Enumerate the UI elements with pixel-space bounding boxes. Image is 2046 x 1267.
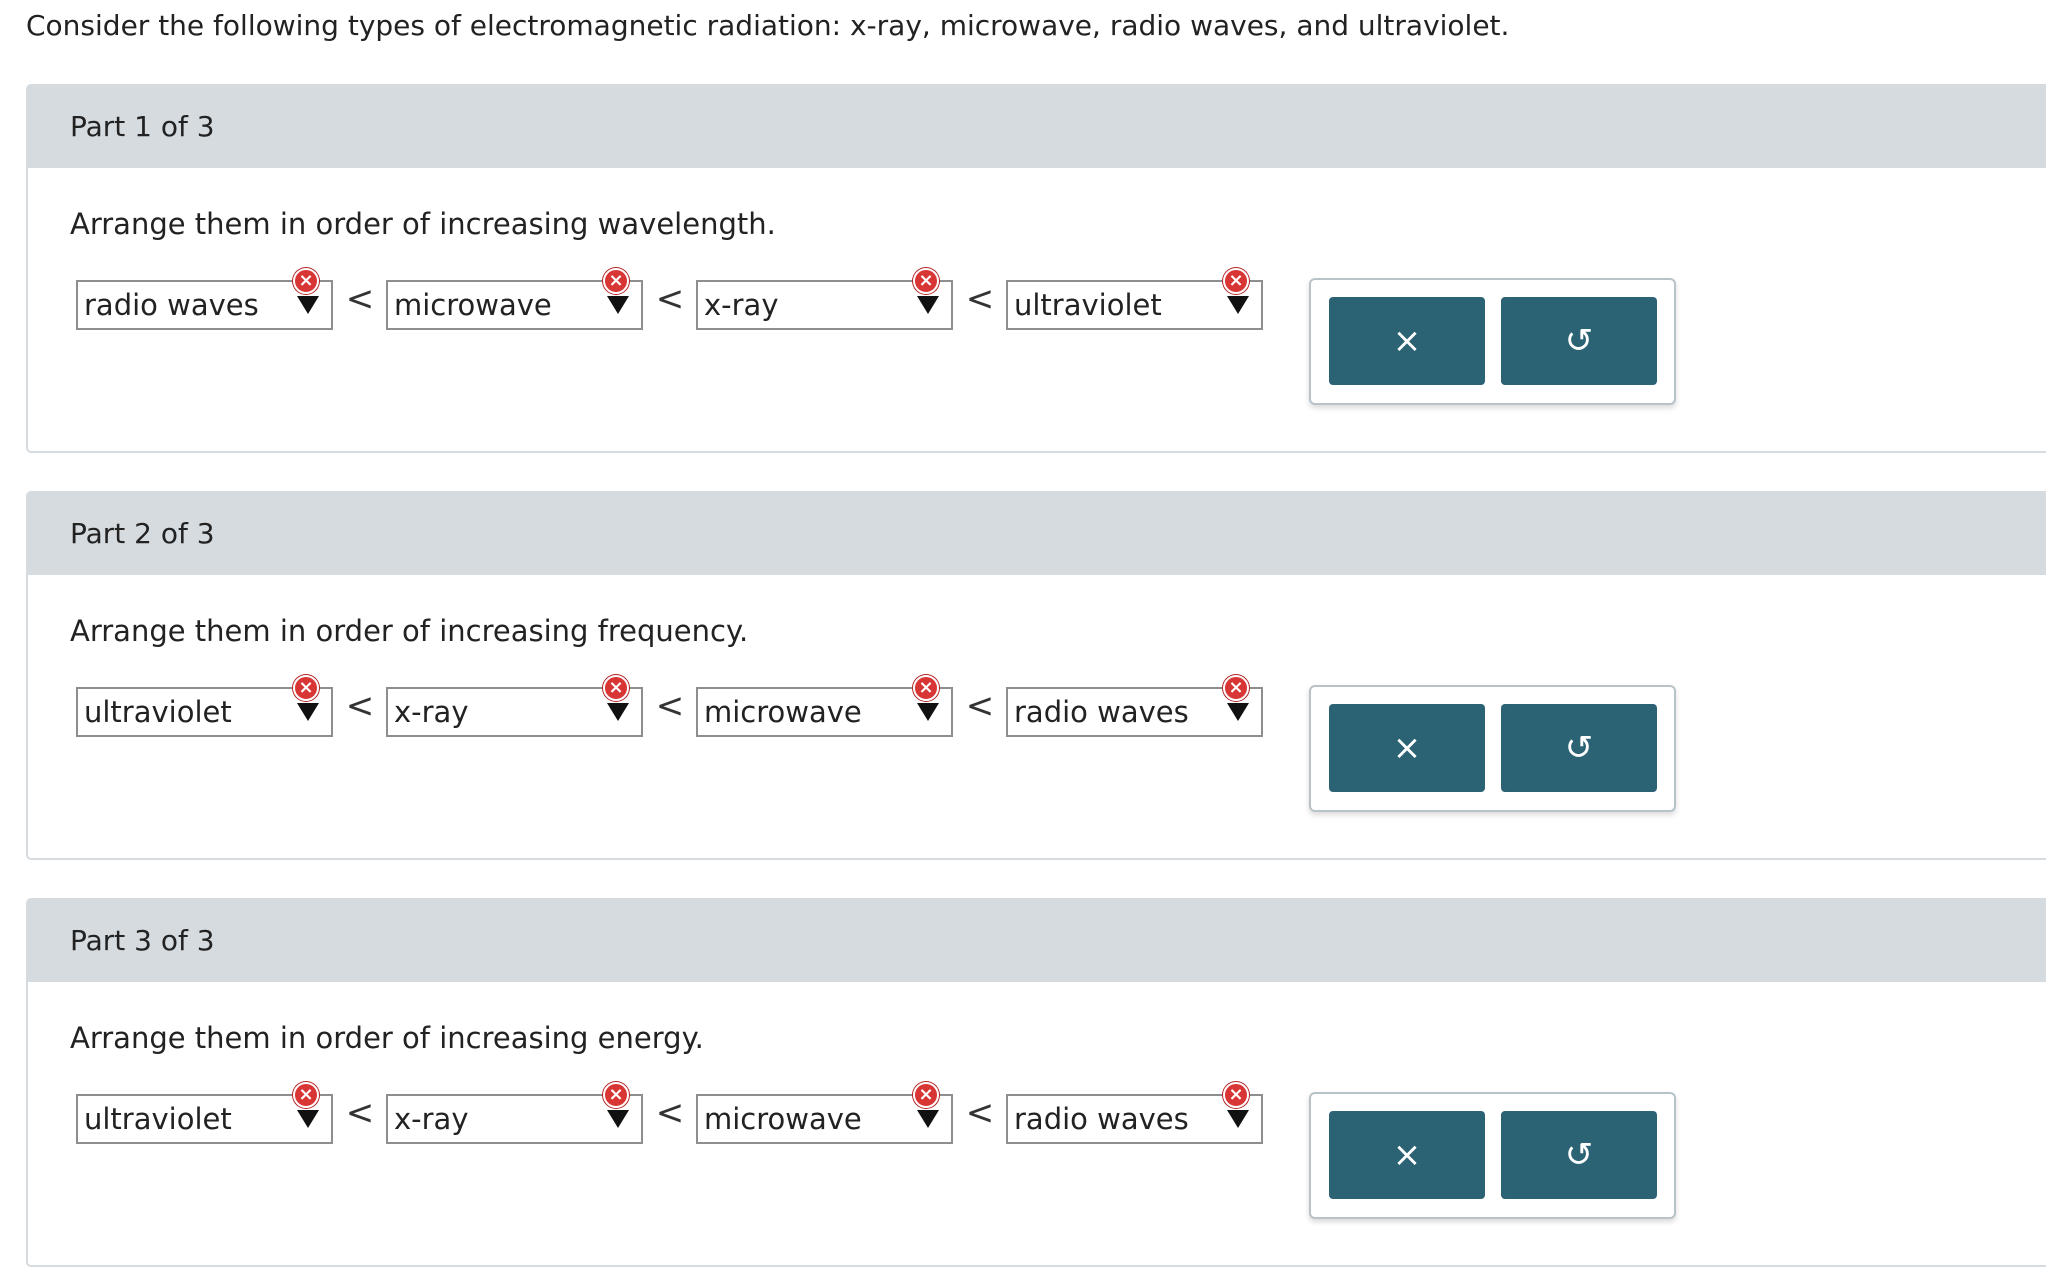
- less-than-sign: <: [655, 1093, 685, 1133]
- less-than-sign: <: [655, 686, 685, 726]
- part-2-panel: Part 2 of 3 Arrange them in order of inc…: [26, 491, 2046, 860]
- part-2-select-3[interactable]: microwave ×: [696, 675, 953, 737]
- dropdown-arrow-icon[interactable]: [607, 1110, 629, 1128]
- error-x-icon: ×: [913, 1082, 939, 1108]
- less-than-sign: <: [345, 279, 375, 319]
- dropdown-arrow-icon[interactable]: [1227, 1110, 1249, 1128]
- part-1-panel: Part 1 of 3 Arrange them in order of inc…: [26, 84, 2046, 453]
- part-3-header: Part 3 of 3: [28, 900, 2046, 982]
- error-x-icon: ×: [603, 1082, 629, 1108]
- close-icon: ×: [1392, 728, 1422, 768]
- select-value: microwave: [704, 695, 862, 729]
- part-3-select-2[interactable]: x-ray ×: [386, 1082, 643, 1144]
- select-value: ultraviolet: [84, 695, 232, 729]
- part-3-answer-controls: × ↺: [1309, 1092, 1676, 1219]
- part-1-header: Part 1 of 3: [28, 86, 2046, 168]
- dropdown-arrow-icon[interactable]: [607, 296, 629, 314]
- undo-icon: ↺: [1564, 321, 1594, 361]
- dropdown-arrow-icon[interactable]: [297, 703, 319, 721]
- part-2-select-4[interactable]: radio waves ×: [1006, 675, 1263, 737]
- dropdown-arrow-icon[interactable]: [607, 703, 629, 721]
- dropdown-arrow-icon[interactable]: [917, 703, 939, 721]
- undo-icon: ↺: [1564, 728, 1594, 768]
- error-x-icon: ×: [1223, 268, 1249, 294]
- select-value: radio waves: [84, 288, 259, 322]
- part-2-header: Part 2 of 3: [28, 493, 2046, 575]
- dropdown-arrow-icon[interactable]: [917, 1110, 939, 1128]
- select-value: radio waves: [1014, 695, 1189, 729]
- part-2-select-2[interactable]: x-ray ×: [386, 675, 643, 737]
- less-than-sign: <: [965, 1093, 995, 1133]
- part-1-prompt: Arrange them in order of increasing wave…: [70, 207, 776, 241]
- error-x-icon: ×: [1223, 1082, 1249, 1108]
- error-x-icon: ×: [603, 268, 629, 294]
- less-than-sign: <: [345, 1093, 375, 1133]
- close-icon: ×: [1392, 1135, 1422, 1175]
- reset-button[interactable]: ↺: [1501, 297, 1657, 385]
- part-1-select-1[interactable]: radio waves ×: [76, 268, 333, 330]
- less-than-sign: <: [965, 686, 995, 726]
- clear-button[interactable]: ×: [1329, 297, 1485, 385]
- error-x-icon: ×: [293, 268, 319, 294]
- select-value: x-ray: [394, 695, 469, 729]
- less-than-sign: <: [965, 279, 995, 319]
- dropdown-arrow-icon[interactable]: [1227, 703, 1249, 721]
- select-value: radio waves: [1014, 1102, 1189, 1136]
- part-2-prompt: Arrange them in order of increasing freq…: [70, 614, 749, 648]
- part-3-prompt: Arrange them in order of increasing ener…: [70, 1021, 704, 1055]
- part-3-panel: Part 3 of 3 Arrange them in order of inc…: [26, 898, 2046, 1267]
- error-x-icon: ×: [293, 675, 319, 701]
- undo-icon: ↺: [1564, 1135, 1594, 1175]
- select-value: x-ray: [704, 288, 779, 322]
- part-1-select-2[interactable]: microwave ×: [386, 268, 643, 330]
- error-x-icon: ×: [913, 675, 939, 701]
- part-2-answer-controls: × ↺: [1309, 685, 1676, 812]
- reset-button[interactable]: ↺: [1501, 704, 1657, 792]
- error-x-icon: ×: [1223, 675, 1249, 701]
- dropdown-arrow-icon[interactable]: [1227, 296, 1249, 314]
- less-than-sign: <: [655, 279, 685, 319]
- dropdown-arrow-icon[interactable]: [297, 1110, 319, 1128]
- clear-button[interactable]: ×: [1329, 704, 1485, 792]
- part-2-select-1[interactable]: ultraviolet ×: [76, 675, 333, 737]
- select-value: microwave: [394, 288, 552, 322]
- dropdown-arrow-icon[interactable]: [297, 296, 319, 314]
- select-value: x-ray: [394, 1102, 469, 1136]
- dropdown-arrow-icon[interactable]: [917, 296, 939, 314]
- clear-button[interactable]: ×: [1329, 1111, 1485, 1199]
- error-x-icon: ×: [913, 268, 939, 294]
- close-icon: ×: [1392, 321, 1422, 361]
- part-3-select-3[interactable]: microwave ×: [696, 1082, 953, 1144]
- reset-button[interactable]: ↺: [1501, 1111, 1657, 1199]
- select-value: ultraviolet: [84, 1102, 232, 1136]
- error-x-icon: ×: [603, 675, 629, 701]
- select-value: ultraviolet: [1014, 288, 1162, 322]
- part-3-select-4[interactable]: radio waves ×: [1006, 1082, 1263, 1144]
- question-intro: Consider the following types of electrom…: [26, 9, 1510, 42]
- part-1-answer-controls: × ↺: [1309, 278, 1676, 405]
- less-than-sign: <: [345, 686, 375, 726]
- error-x-icon: ×: [293, 1082, 319, 1108]
- part-3-select-1[interactable]: ultraviolet ×: [76, 1082, 333, 1144]
- select-value: microwave: [704, 1102, 862, 1136]
- part-1-select-3[interactable]: x-ray ×: [696, 268, 953, 330]
- part-1-select-4[interactable]: ultraviolet ×: [1006, 268, 1263, 330]
